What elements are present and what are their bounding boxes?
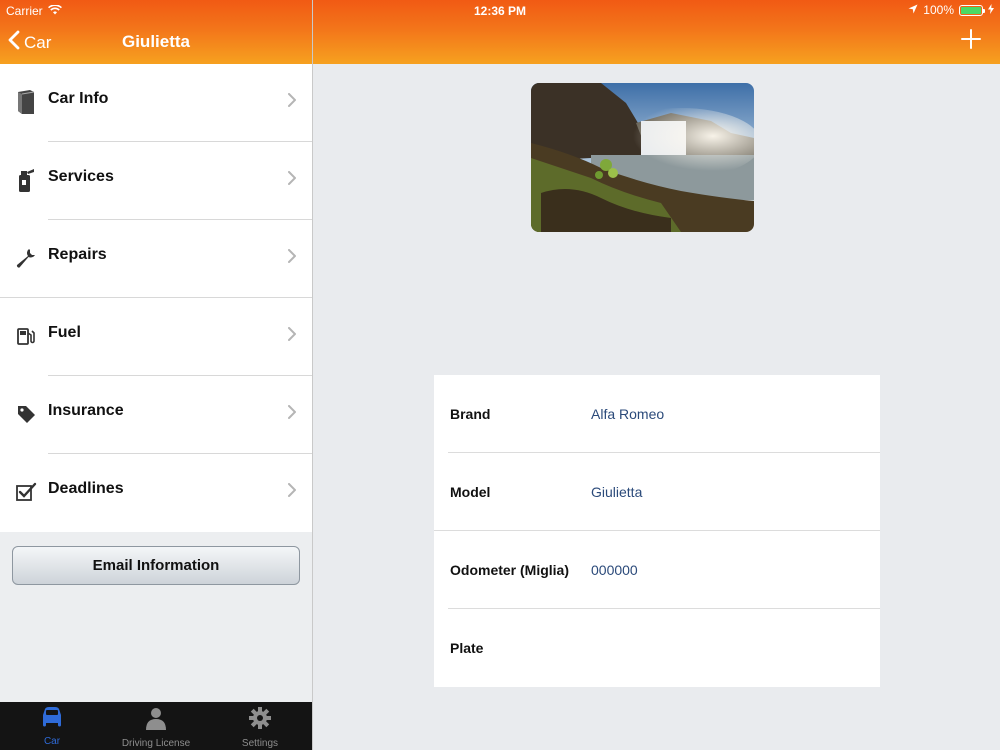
fuel-pump-icon (14, 322, 38, 350)
oil-can-icon (14, 166, 38, 194)
detail-row-model[interactable]: Model Giulietta (434, 453, 880, 531)
tab-label: Settings (241, 738, 279, 749)
menu-item-deadlines[interactable]: Deadlines (0, 454, 312, 532)
book-icon (14, 88, 38, 116)
tab-label: Car (43, 736, 61, 747)
menu-item-label: Car Info (48, 90, 109, 107)
battery-percent: 100% (923, 3, 954, 17)
chevron-right-icon (288, 405, 297, 424)
detail-key: Plate (450, 640, 484, 656)
menu-item-label: Deadlines (48, 480, 124, 497)
status-bar: Carrier 12:36 PM 100% (0, 0, 1000, 20)
tab-label: Driving License (121, 738, 191, 749)
email-information-button[interactable]: Email Information (12, 546, 300, 585)
menu-item-label: Fuel (48, 324, 81, 341)
location-arrow-icon (908, 3, 918, 17)
chevron-right-icon (288, 93, 297, 112)
menu-item-insurance[interactable]: Insurance (0, 376, 312, 454)
plus-icon (960, 29, 982, 54)
detail-value: 000000 (591, 562, 638, 578)
chevron-right-icon (288, 483, 297, 502)
menu-item-repairs[interactable]: Repairs (0, 220, 312, 298)
menu-item-fuel[interactable]: Fuel (0, 298, 312, 376)
detail-value: Alfa Romeo (591, 406, 665, 422)
wrench-icon (14, 244, 38, 272)
waterfall-landscape-image (531, 83, 754, 232)
menu-item-label: Services (48, 168, 114, 185)
chevron-right-icon (288, 171, 297, 190)
menu-item-car-info[interactable]: Car Info (0, 64, 312, 142)
detail-key: Model (450, 484, 491, 500)
split-divider (312, 0, 313, 750)
tab-car[interactable]: Car (0, 702, 104, 750)
person-icon (144, 706, 168, 735)
menu-item-label: Insurance (48, 402, 124, 419)
menu-item-services[interactable]: Services (0, 142, 312, 220)
chevron-right-icon (288, 327, 297, 346)
tab-bar: Car Driving License Settings (0, 702, 312, 750)
car-details-card: Brand Alfa Romeo Model Giulietta Odomete… (434, 375, 880, 687)
tab-settings[interactable]: Settings (208, 702, 312, 750)
status-time: 12:36 PM (473, 4, 527, 18)
nav-title: Giulietta (121, 32, 190, 51)
detail-row-odometer[interactable]: Odometer (Miglia) 000000 (434, 531, 880, 609)
tab-driving-license[interactable]: Driving License (104, 702, 208, 750)
detail-value: Giulietta (591, 484, 643, 500)
detail-key: Odometer (Miglia) (450, 562, 570, 578)
car-menu: Car Info Services Repairs Fuel Insurance… (0, 64, 312, 532)
charging-bolt-icon (988, 3, 994, 17)
chevron-right-icon (288, 249, 297, 268)
detail-key: Brand (450, 406, 491, 422)
menu-item-label: Repairs (48, 246, 107, 263)
top-bar: Carrier 12:36 PM 100% Car Giulietta (0, 0, 1000, 64)
nav-bar-left: Car Giulietta (0, 20, 312, 64)
battery-icon (959, 4, 985, 16)
add-button[interactable] (960, 28, 982, 55)
car-photo[interactable] (531, 83, 754, 232)
gear-icon (248, 706, 272, 735)
car-icon (40, 706, 64, 733)
detail-row-brand[interactable]: Brand Alfa Romeo (434, 375, 880, 453)
checkbox-icon (14, 478, 38, 506)
detail-row-plate[interactable]: Plate (434, 609, 880, 687)
tag-icon (14, 400, 38, 428)
